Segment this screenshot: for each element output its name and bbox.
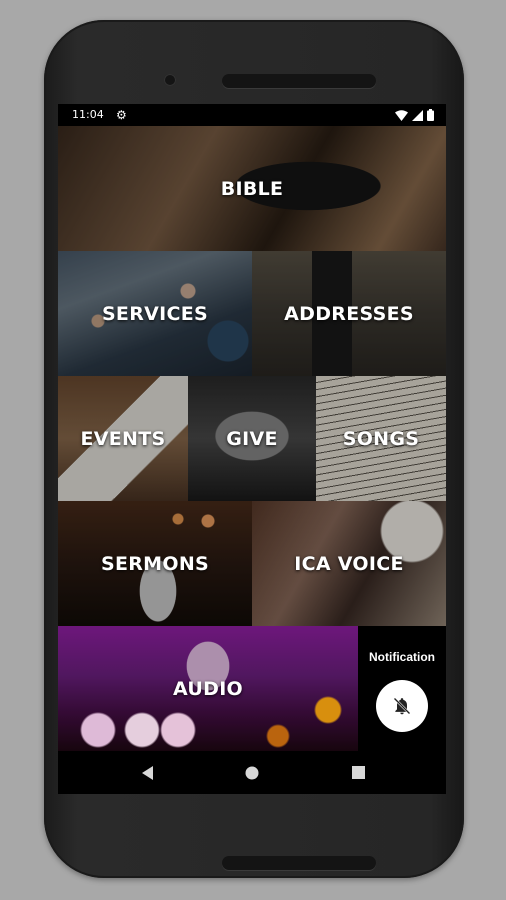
earpiece-speaker	[222, 74, 376, 88]
navigation-bar	[58, 751, 446, 794]
home-icon	[245, 766, 259, 779]
back-button[interactable]	[128, 751, 168, 794]
ica-voice-label: ICA VOICE	[294, 552, 404, 575]
back-icon	[142, 765, 153, 780]
audio-label: AUDIO	[172, 677, 244, 700]
recents-icon	[351, 766, 365, 779]
notification-title: Notification	[369, 650, 435, 664]
sermons-label: SERMONS	[100, 552, 210, 575]
sermons-tile[interactable]: SERMONS	[58, 501, 252, 626]
battery-icon	[427, 109, 434, 121]
events-label: EVENTS	[80, 427, 166, 450]
bible-label: BIBLE	[220, 177, 284, 200]
bible-tile[interactable]: BIBLE	[58, 126, 446, 251]
bell-off-icon	[393, 697, 411, 715]
settings-icon: ⚙	[116, 108, 127, 122]
addresses-tile[interactable]: ADDRESSES	[252, 251, 446, 376]
recents-button[interactable]	[338, 751, 378, 794]
songs-tile[interactable]: SONGS	[316, 376, 446, 501]
app-screen: 11:04 ⚙ BIBLE SERVICES ADDRESSES EVENTS …	[58, 104, 446, 794]
status-icons	[395, 109, 434, 121]
front-camera	[164, 74, 176, 86]
ica-voice-tile[interactable]: ICA VOICE	[252, 501, 446, 626]
home-button[interactable]	[232, 751, 272, 794]
notification-panel: Notification	[358, 626, 446, 751]
services-tile[interactable]: SERVICES	[58, 251, 252, 376]
songs-label: SONGS	[342, 427, 420, 450]
wifi-icon	[395, 109, 408, 121]
notification-toggle-button[interactable]	[376, 680, 428, 732]
status-bar: 11:04 ⚙	[58, 104, 446, 126]
give-tile[interactable]: GIVE	[188, 376, 316, 501]
addresses-label: ADDRESSES	[284, 302, 414, 325]
audio-tile[interactable]: AUDIO	[58, 626, 358, 751]
signal-icon	[412, 109, 423, 121]
bottom-speaker	[222, 856, 376, 870]
services-label: SERVICES	[101, 302, 209, 325]
status-time: 11:04	[72, 108, 104, 121]
events-tile[interactable]: EVENTS	[58, 376, 188, 501]
give-label: GIVE	[226, 427, 278, 450]
